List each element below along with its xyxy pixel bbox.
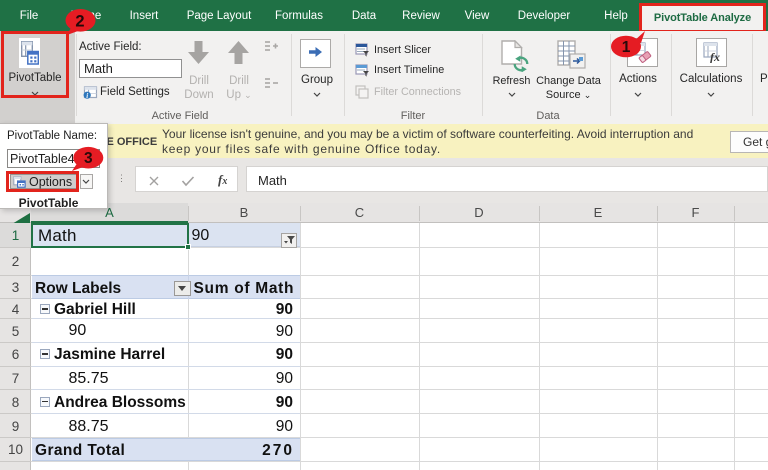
svg-text:i: i bbox=[86, 92, 88, 99]
svg-text:1: 1 bbox=[622, 39, 631, 56]
svg-text:3: 3 bbox=[84, 150, 93, 167]
svg-text:2: 2 bbox=[75, 12, 84, 30]
svg-text:fx: fx bbox=[710, 50, 720, 63]
